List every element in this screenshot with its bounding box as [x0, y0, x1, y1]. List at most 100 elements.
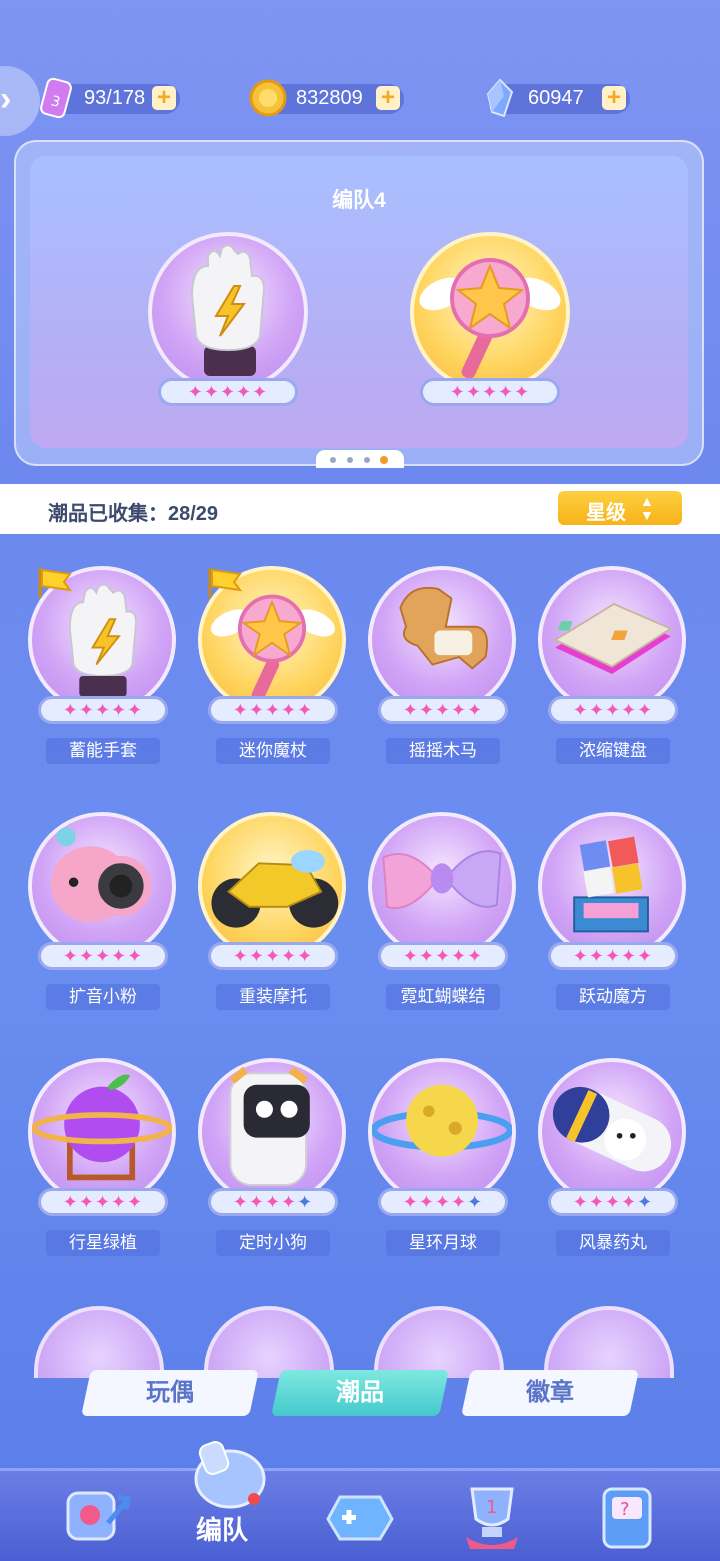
item-icon [399, 587, 488, 670]
item-name: 定时小狗 [216, 1230, 330, 1256]
page-dot-active[interactable] [380, 456, 388, 464]
item-star-rating: ✦✦✦✦✦ [378, 942, 508, 970]
item-star-rating: ✦✦✦✦✦ [208, 942, 338, 970]
page-dot[interactable] [364, 457, 370, 463]
item-card[interactable]: ✦✦✦✦✦ 跃动魔方 [538, 812, 688, 1032]
item-name: 星环月球 [386, 1230, 500, 1256]
coin-counter: 832809 + [249, 79, 404, 117]
item-name: 摇摇木马 [386, 738, 500, 764]
item-card-peek[interactable] [204, 1306, 334, 1378]
item-card[interactable]: ✦✦✦✦✦ 摇摇木马 [368, 566, 518, 786]
tab-dolls[interactable]: 玩偶 [81, 1370, 259, 1416]
item-star-rating: ✦✦✦✦✦ [38, 1188, 168, 1216]
tab-trendy-items[interactable]: 潮品 [271, 1370, 449, 1416]
item-name: 蓄能手套 [46, 738, 160, 764]
add-coins-button[interactable]: + [376, 86, 400, 110]
add-gems-button[interactable]: + [602, 86, 626, 110]
item-portrait [538, 566, 686, 714]
mystery-box-icon[interactable]: ? [588, 1479, 668, 1553]
item-icon [31, 1074, 173, 1181]
item-portrait [368, 566, 516, 714]
item-star-rating: ✦✦✦✦✦ [548, 1188, 678, 1216]
gold-coin-icon [249, 79, 287, 117]
back-button[interactable]: › [0, 66, 40, 136]
item-card[interactable]: ✦✦✦✦✦ 迷你魔杖 [198, 566, 348, 786]
item-portrait [538, 1058, 686, 1206]
item-star-rating: ✦✦✦✦✦ [548, 942, 678, 970]
gamepad-icon[interactable] [320, 1479, 400, 1553]
page-dot[interactable] [347, 457, 353, 463]
item-star-rating: ✦✦✦✦✦ [548, 696, 678, 724]
team-slot-1-stars: ✦✦✦✦✦ [158, 378, 298, 406]
item-name: 霓虹蝴蝶结 [386, 984, 500, 1010]
item-star-rating: ✦✦✦✦✦ [378, 1188, 508, 1216]
item-card[interactable]: ✦✦✦✦✦ 星环月球 [368, 1058, 518, 1278]
category-tabs: 玩偶 潮品 徽章 [0, 1370, 720, 1420]
item-name: 扩音小粉 [46, 984, 160, 1010]
item-card[interactable]: ✦✦✦✦✦ 浓缩键盘 [538, 566, 688, 786]
item-card[interactable]: ✦✦✦✦✦ 重装摩托 [198, 812, 348, 1032]
collection-bar: 潮品已收集：28/29 星级 ▲ ▼ [0, 484, 720, 534]
team-slot-1[interactable] [148, 232, 308, 392]
team-panel: 编队4 ✦✦✦✦✦ ✦✦✦✦✦ [14, 140, 704, 466]
bottom-navigation: 1 ? [0, 1441, 720, 1561]
item-card[interactable]: ✦✦✦✦✦ 霓虹蝴蝶结 [368, 812, 518, 1032]
item-name: 跃动魔方 [556, 984, 670, 1010]
team-panel-body: 编队4 ✦✦✦✦✦ ✦✦✦✦✦ [30, 156, 688, 448]
add-energy-button[interactable]: + [152, 86, 176, 110]
item-icon [552, 1086, 672, 1172]
item-portrait [368, 812, 516, 960]
energy-glove-icon [190, 244, 266, 376]
item-icon [573, 836, 649, 933]
energy-can-icon: 3 [40, 77, 72, 119]
item-card[interactable]: ✦✦✦✦✦ 扩音小粉 [28, 812, 178, 1032]
team-slot-2[interactable] [410, 232, 570, 392]
gem-value: 60947 [528, 87, 584, 109]
coin-value: 832809 [296, 87, 363, 109]
item-star-rating: ✦✦✦✦✦ [38, 696, 168, 724]
item-portrait [198, 812, 346, 960]
item-icon [211, 850, 339, 928]
item-card[interactable]: ✦✦✦✦✦ 风暴药丸 [538, 1058, 688, 1278]
tab-badges[interactable]: 徽章 [461, 1370, 639, 1416]
gem-counter: 60947 + [486, 78, 630, 118]
item-portrait [28, 812, 176, 960]
whistle-icon[interactable] [182, 1427, 272, 1517]
item-name: 迷你魔杖 [216, 738, 330, 764]
chevron-right-icon: › [0, 80, 12, 118]
page-dot[interactable] [330, 457, 336, 463]
item-portrait [368, 1058, 516, 1206]
team-flag-icon [204, 566, 244, 598]
item-portrait [538, 812, 686, 960]
team-page-indicator[interactable] [316, 450, 404, 468]
item-card-peek[interactable] [544, 1306, 674, 1378]
item-portrait [28, 1058, 176, 1206]
sort-label: 星级 [586, 502, 626, 524]
item-card-peek[interactable] [34, 1306, 164, 1378]
item-name: 重装摩托 [216, 984, 330, 1010]
item-card-peek[interactable] [374, 1306, 504, 1378]
item-card[interactable]: ✦✦✦✦✦ 定时小狗 [198, 1058, 348, 1278]
item-name: 行星绿植 [46, 1230, 160, 1256]
energy-value: 93/178 [84, 87, 146, 109]
item-icon [553, 602, 673, 675]
sort-by-star-button[interactable]: 星级 ▲ ▼ [558, 491, 682, 525]
item-icon [50, 827, 152, 922]
item-name: 浓缩键盘 [556, 738, 670, 764]
trophy-icon[interactable]: 1 [452, 1479, 532, 1553]
team-slot-2-stars: ✦✦✦✦✦ [420, 378, 560, 406]
item-star-rating: ✦✦✦✦✦ [208, 696, 338, 724]
item-icon [382, 850, 502, 909]
item-card[interactable]: ✦✦✦✦✦ 行星绿植 [28, 1058, 178, 1278]
svg-text:1: 1 [486, 1497, 497, 1518]
item-star-rating: ✦✦✦✦✦ [378, 696, 508, 724]
item-star-rating: ✦✦✦✦✦ [208, 1188, 338, 1216]
mini-wand-icon [419, 258, 561, 379]
capsule-arrow-icon[interactable] [56, 1479, 136, 1553]
nav-active-label: 编队 [196, 1515, 249, 1545]
item-card[interactable]: ✦✦✦✦✦ 蓄能手套 [28, 566, 178, 786]
item-star-rating: ✦✦✦✦✦ [38, 942, 168, 970]
svg-text:?: ? [620, 1499, 630, 1520]
energy-counter: 3 93/178 + [40, 77, 180, 119]
collection-count: 潮品已收集：28/29 [48, 503, 219, 525]
